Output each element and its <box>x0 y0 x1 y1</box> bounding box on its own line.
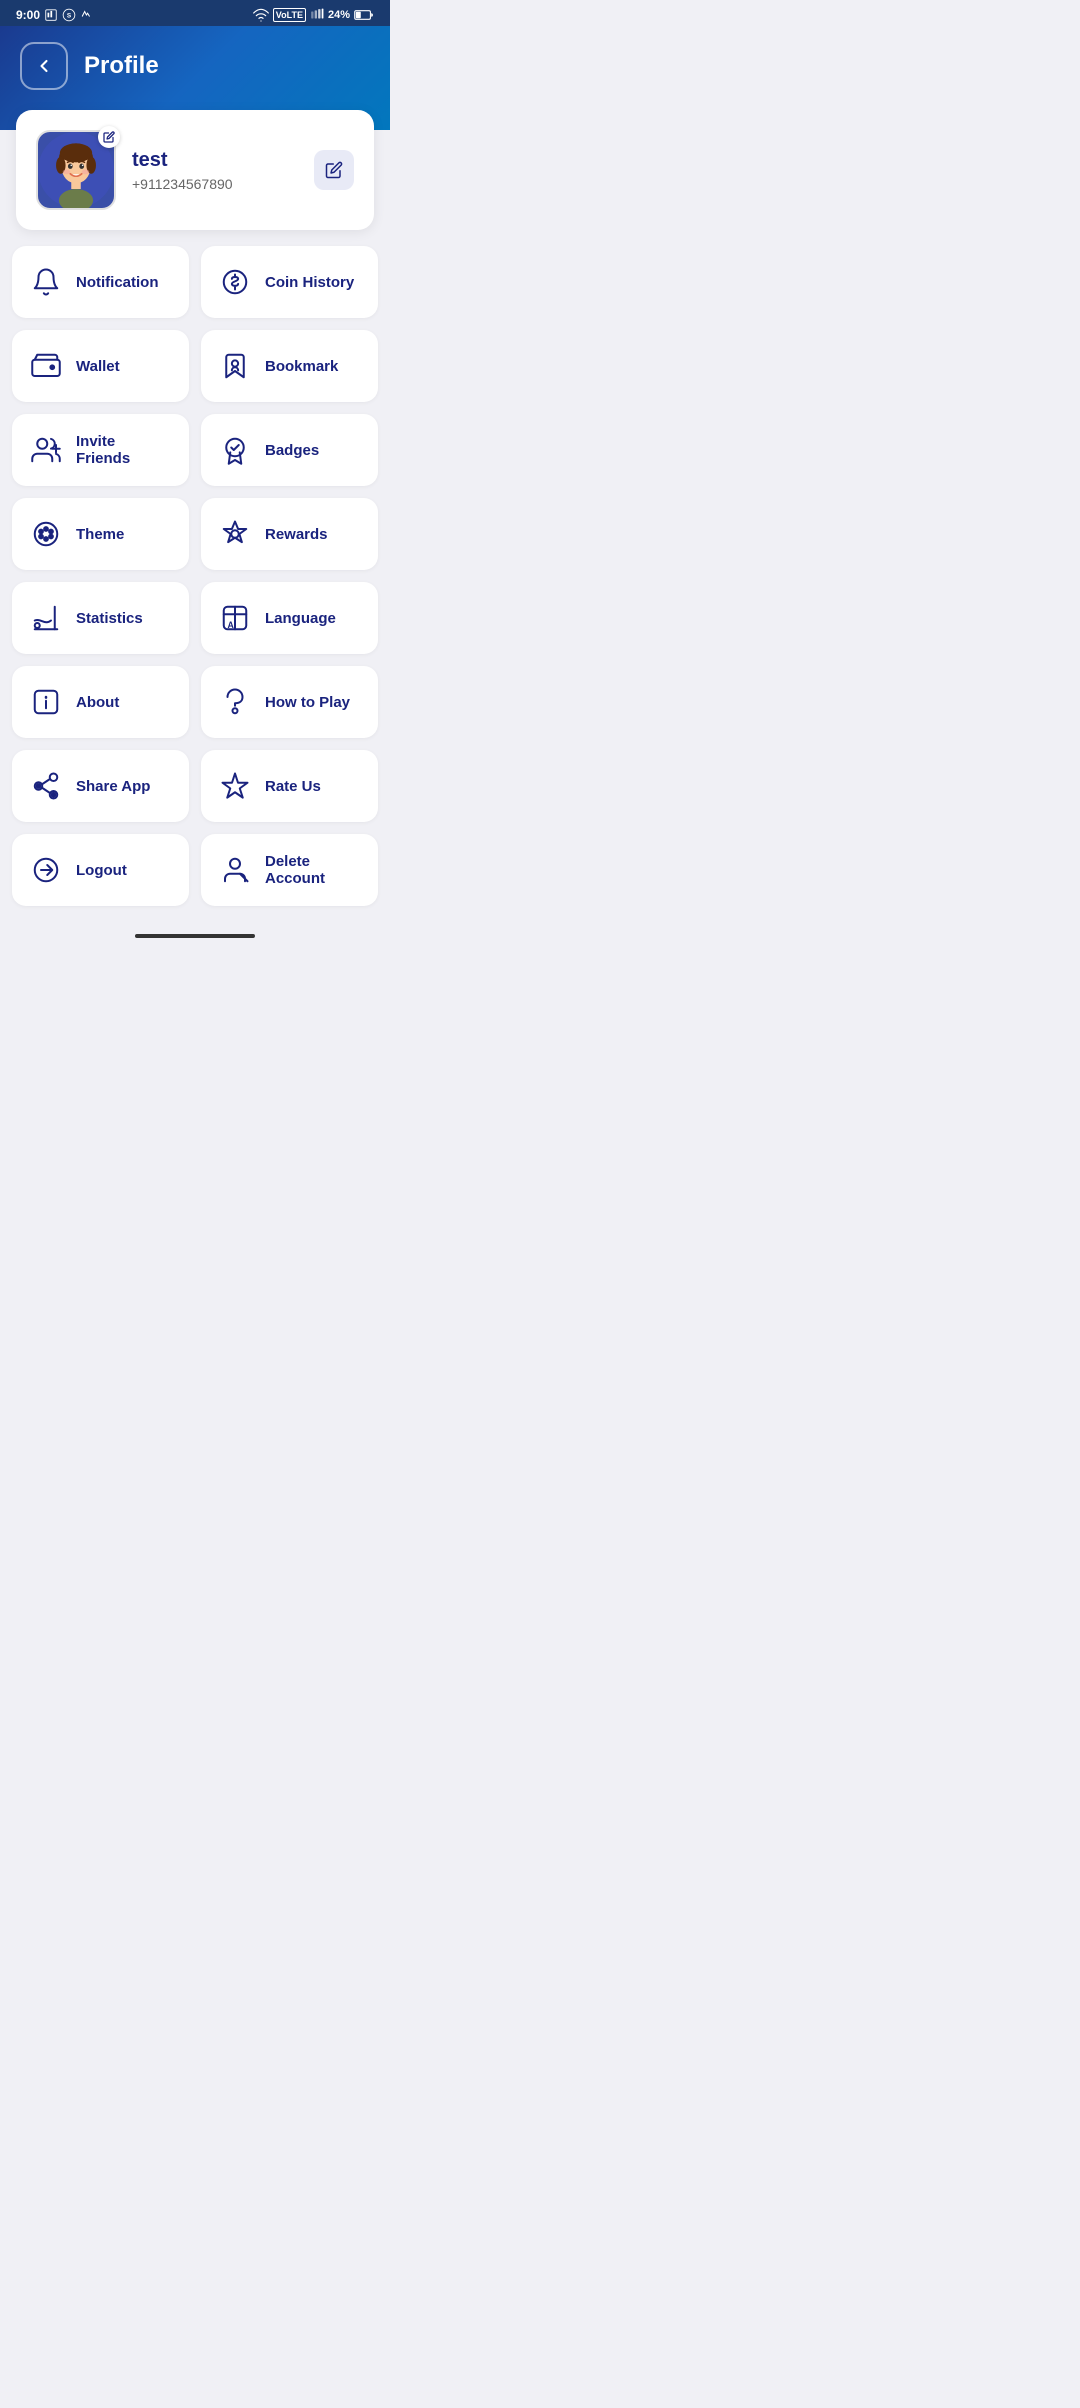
home-indicator <box>0 926 390 950</box>
menu-item-rewards[interactable]: Rewards <box>201 498 378 570</box>
edit-profile-button[interactable] <box>314 150 354 190</box>
profile-info: test +911234567890 <box>132 149 298 192</box>
coin-icon <box>217 264 253 300</box>
menu-item-statistics[interactable]: Statistics <box>12 582 189 654</box>
theme-icon <box>28 516 64 552</box>
profile-card: test +911234567890 <box>16 110 374 230</box>
menu-item-invite-friends[interactable]: Invite Friends <box>12 414 189 486</box>
menu-item-share-app[interactable]: Share App <box>12 750 189 822</box>
delete-icon <box>217 852 253 888</box>
profile-name: test <box>132 149 298 172</box>
back-button[interactable] <box>20 42 68 90</box>
menu-grid: Notification Coin History Wallet Bookmar… <box>0 246 390 926</box>
share-icon <box>28 768 64 804</box>
menu-label-share-app: Share App <box>76 778 150 795</box>
menu-item-how-to-play[interactable]: How to Play <box>201 666 378 738</box>
howtoplay-icon <box>217 684 253 720</box>
menu-label-invite-friends: Invite Friends <box>76 433 173 467</box>
menu-item-coin-history[interactable]: Coin History <box>201 246 378 318</box>
menu-item-wallet[interactable]: Wallet <box>12 330 189 402</box>
menu-label-badges: Badges <box>265 442 319 459</box>
menu-item-badges[interactable]: Badges <box>201 414 378 486</box>
avatar-edit-badge[interactable] <box>98 126 120 148</box>
about-icon <box>28 684 64 720</box>
status-time: 9:00 S <box>16 8 94 22</box>
bookmark-icon <box>217 348 253 384</box>
menu-item-language[interactable]: A Language <box>201 582 378 654</box>
badge-icon <box>217 432 253 468</box>
rate-icon <box>217 768 253 804</box>
menu-item-theme[interactable]: Theme <box>12 498 189 570</box>
bell-icon <box>28 264 64 300</box>
menu-label-bookmark: Bookmark <box>265 358 338 375</box>
menu-label-about: About <box>76 694 119 711</box>
menu-label-logout: Logout <box>76 862 127 879</box>
menu-label-coin-history: Coin History <box>265 274 354 291</box>
menu-label-language: Language <box>265 610 336 627</box>
menu-label-wallet: Wallet <box>76 358 120 375</box>
status-icons: VoLTE 24% <box>253 8 374 22</box>
logout-icon <box>28 852 64 888</box>
invite-icon <box>28 432 64 468</box>
menu-item-bookmark[interactable]: Bookmark <box>201 330 378 402</box>
avatar-wrapper <box>36 130 116 210</box>
rewards-icon <box>217 516 253 552</box>
menu-item-about[interactable]: About <box>12 666 189 738</box>
menu-label-how-to-play: How to Play <box>265 694 350 711</box>
menu-label-rewards: Rewards <box>265 526 328 543</box>
menu-label-theme: Theme <box>76 526 124 543</box>
svg-text:S: S <box>67 12 72 19</box>
profile-phone: +911234567890 <box>132 176 298 192</box>
menu-item-rate-us[interactable]: Rate Us <box>201 750 378 822</box>
menu-item-logout[interactable]: Logout <box>12 834 189 906</box>
page-title: Profile <box>84 52 159 80</box>
menu-label-statistics: Statistics <box>76 610 143 627</box>
menu-label-delete-account: Delete Account <box>265 853 362 887</box>
menu-label-rate-us: Rate Us <box>265 778 321 795</box>
wallet-icon <box>28 348 64 384</box>
menu-item-notification[interactable]: Notification <box>12 246 189 318</box>
language-icon: A <box>217 600 253 636</box>
statistics-icon <box>28 600 64 636</box>
menu-item-delete-account[interactable]: Delete Account <box>201 834 378 906</box>
status-bar: 9:00 S VoLTE 24% <box>0 0 390 26</box>
svg-text:A: A <box>228 620 235 630</box>
menu-label-notification: Notification <box>76 274 159 291</box>
